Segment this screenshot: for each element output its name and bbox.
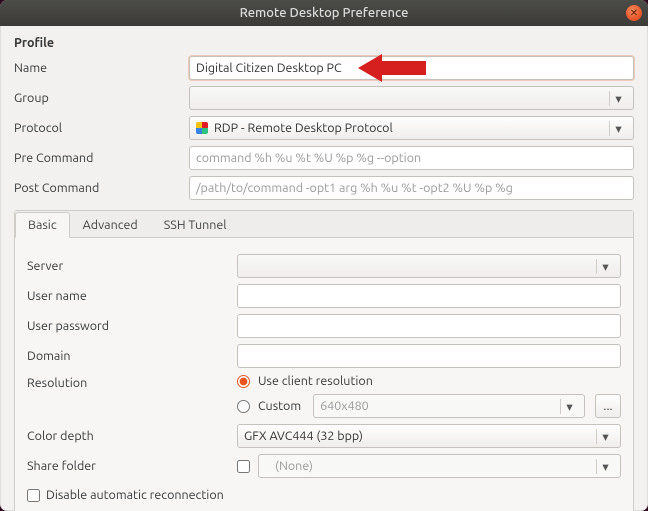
sharefolder-value: (None) xyxy=(265,459,590,473)
group-label: Group xyxy=(14,91,189,105)
domain-input[interactable] xyxy=(237,344,621,368)
row-resolution: Resolution Use client resolution Custom … xyxy=(27,374,621,418)
resolution-custom-label: Custom xyxy=(258,399,301,413)
sharefolder-label: Share folder xyxy=(27,459,237,473)
row-server: Server ▾ xyxy=(27,254,621,278)
userpassword-input[interactable] xyxy=(237,314,621,338)
username-label: User name xyxy=(27,289,237,303)
disable-reconnect-checkbox[interactable] xyxy=(27,489,40,502)
username-input[interactable] xyxy=(237,284,621,308)
pre-command-input[interactable] xyxy=(189,146,634,170)
resolution-client-row: Use client resolution xyxy=(237,374,621,388)
colordepth-value: GFX AVC444 (32 bpp) xyxy=(244,429,590,443)
rdp-icon xyxy=(196,122,208,134)
sharefolder-dropdown[interactable]: (None) ▾ xyxy=(258,454,621,478)
resolution-custom-row: Custom 640x480 ▾ ... xyxy=(237,394,621,418)
resolution-custom-radio[interactable] xyxy=(237,400,250,413)
chevron-down-icon: ▾ xyxy=(609,91,627,106)
resolution-client-radio[interactable] xyxy=(237,375,250,388)
resolution-custom-dropdown[interactable]: 640x480 ▾ xyxy=(313,394,585,418)
tab-ssh-tunnel[interactable]: SSH Tunnel xyxy=(151,212,240,238)
group-combobox[interactable]: ▾ xyxy=(189,86,634,110)
resolution-custom-value: 640x480 xyxy=(320,399,554,413)
window-title: Remote Desktop Preference xyxy=(240,6,409,20)
colordepth-label: Color depth xyxy=(27,429,237,443)
chevron-down-icon: ▾ xyxy=(609,121,627,136)
row-disable-reconnect: Disable automatic reconnection xyxy=(27,488,621,502)
resolution-label: Resolution xyxy=(27,374,237,390)
protocol-value: RDP - Remote Desktop Protocol xyxy=(214,121,393,135)
domain-label: Domain xyxy=(27,349,237,363)
row-post-command: Post Command xyxy=(14,176,634,200)
colordepth-dropdown[interactable]: GFX AVC444 (32 bpp) ▾ xyxy=(237,424,621,448)
tab-advanced[interactable]: Advanced xyxy=(70,212,151,238)
titlebar: Remote Desktop Preference ✕ xyxy=(0,0,648,26)
row-name: Name xyxy=(14,56,634,80)
chevron-down-icon: ▾ xyxy=(560,399,578,414)
chevron-down-icon: ▾ xyxy=(596,459,614,474)
tabpage-basic: Server ▾ User name User password xyxy=(15,238,633,511)
post-command-input[interactable] xyxy=(189,176,634,200)
post-command-label: Post Command xyxy=(14,181,189,195)
row-userpassword: User password xyxy=(27,314,621,338)
row-colordepth: Color depth GFX AVC444 (32 bpp) ▾ xyxy=(27,424,621,448)
row-protocol: Protocol RDP - Remote Desktop Protocol ▾ xyxy=(14,116,634,140)
content-area: Profile Name Group ▾ Protocol RDP - Rem xyxy=(0,26,648,511)
row-username: User name xyxy=(27,284,621,308)
protocol-label: Protocol xyxy=(14,121,189,135)
server-combobox[interactable]: ▾ xyxy=(237,254,621,278)
chevron-down-icon: ▾ xyxy=(596,259,614,274)
profile-heading: Profile xyxy=(14,36,634,50)
name-label: Name xyxy=(14,61,189,75)
row-domain: Domain xyxy=(27,344,621,368)
tab-basic[interactable]: Basic xyxy=(15,212,70,238)
tab-strip: Basic Advanced SSH Tunnel xyxy=(15,211,633,238)
name-input[interactable] xyxy=(189,56,634,80)
disable-reconnect-label: Disable automatic reconnection xyxy=(46,488,224,502)
protocol-dropdown[interactable]: RDP - Remote Desktop Protocol ▾ xyxy=(189,116,634,140)
sharefolder-checkbox[interactable] xyxy=(237,460,250,473)
resolution-client-label: Use client resolution xyxy=(258,374,373,388)
row-sharefolder: Share folder (None) ▾ xyxy=(27,454,621,478)
pre-command-label: Pre Command xyxy=(14,151,189,165)
settings-tabs: Basic Advanced SSH Tunnel Server ▾ User … xyxy=(14,210,634,511)
chevron-down-icon: ▾ xyxy=(596,429,614,444)
row-group: Group ▾ xyxy=(14,86,634,110)
server-label: Server xyxy=(27,259,237,273)
close-icon[interactable]: ✕ xyxy=(626,5,642,21)
row-pre-command: Pre Command xyxy=(14,146,634,170)
resolution-more-button[interactable]: ... xyxy=(595,394,621,418)
preference-window: Remote Desktop Preference ✕ Profile Name… xyxy=(0,0,648,511)
userpassword-label: User password xyxy=(27,319,237,333)
